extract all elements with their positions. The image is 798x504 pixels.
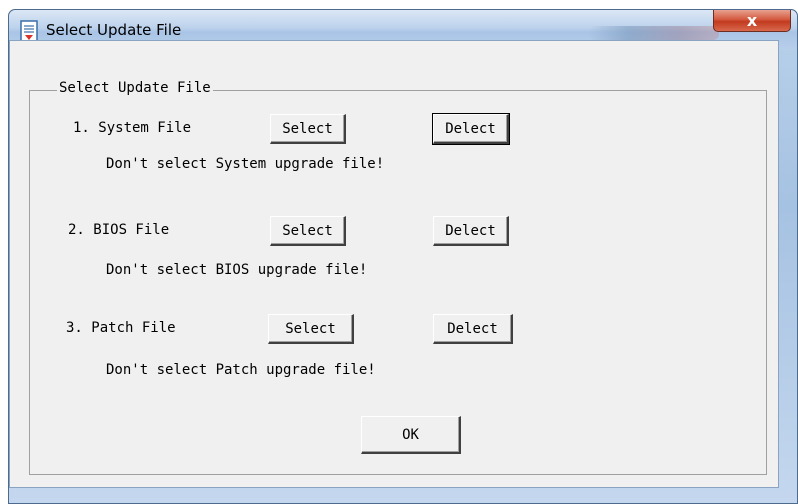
bios-file-label: 2. BIOS File — [68, 222, 170, 238]
system-select-button[interactable]: Select — [270, 114, 346, 144]
patch-file-label: 3. Patch File — [66, 320, 176, 336]
system-status-text: Don't select System upgrade file! — [106, 156, 385, 172]
bios-status-text: Don't select BIOS upgrade file! — [106, 262, 368, 278]
close-icon: x — [746, 11, 758, 30]
group-legend: Select Update File — [57, 80, 213, 96]
bios-delect-button[interactable]: Delect — [433, 216, 509, 246]
patch-select-button[interactable]: Select — [268, 314, 354, 344]
system-delect-button[interactable]: Delect — [432, 113, 510, 145]
system-file-label: 1. System File — [73, 120, 192, 136]
titlebar-decoration — [589, 26, 719, 40]
patch-status-text: Don't select Patch upgrade file! — [106, 362, 376, 378]
patch-delect-button[interactable]: Delect — [433, 314, 513, 344]
close-button[interactable]: x — [713, 10, 791, 32]
ok-button[interactable]: OK — [361, 416, 461, 454]
document-icon — [20, 20, 38, 42]
window-title: Select Update File — [46, 21, 182, 39]
bios-select-button[interactable]: Select — [270, 216, 346, 246]
